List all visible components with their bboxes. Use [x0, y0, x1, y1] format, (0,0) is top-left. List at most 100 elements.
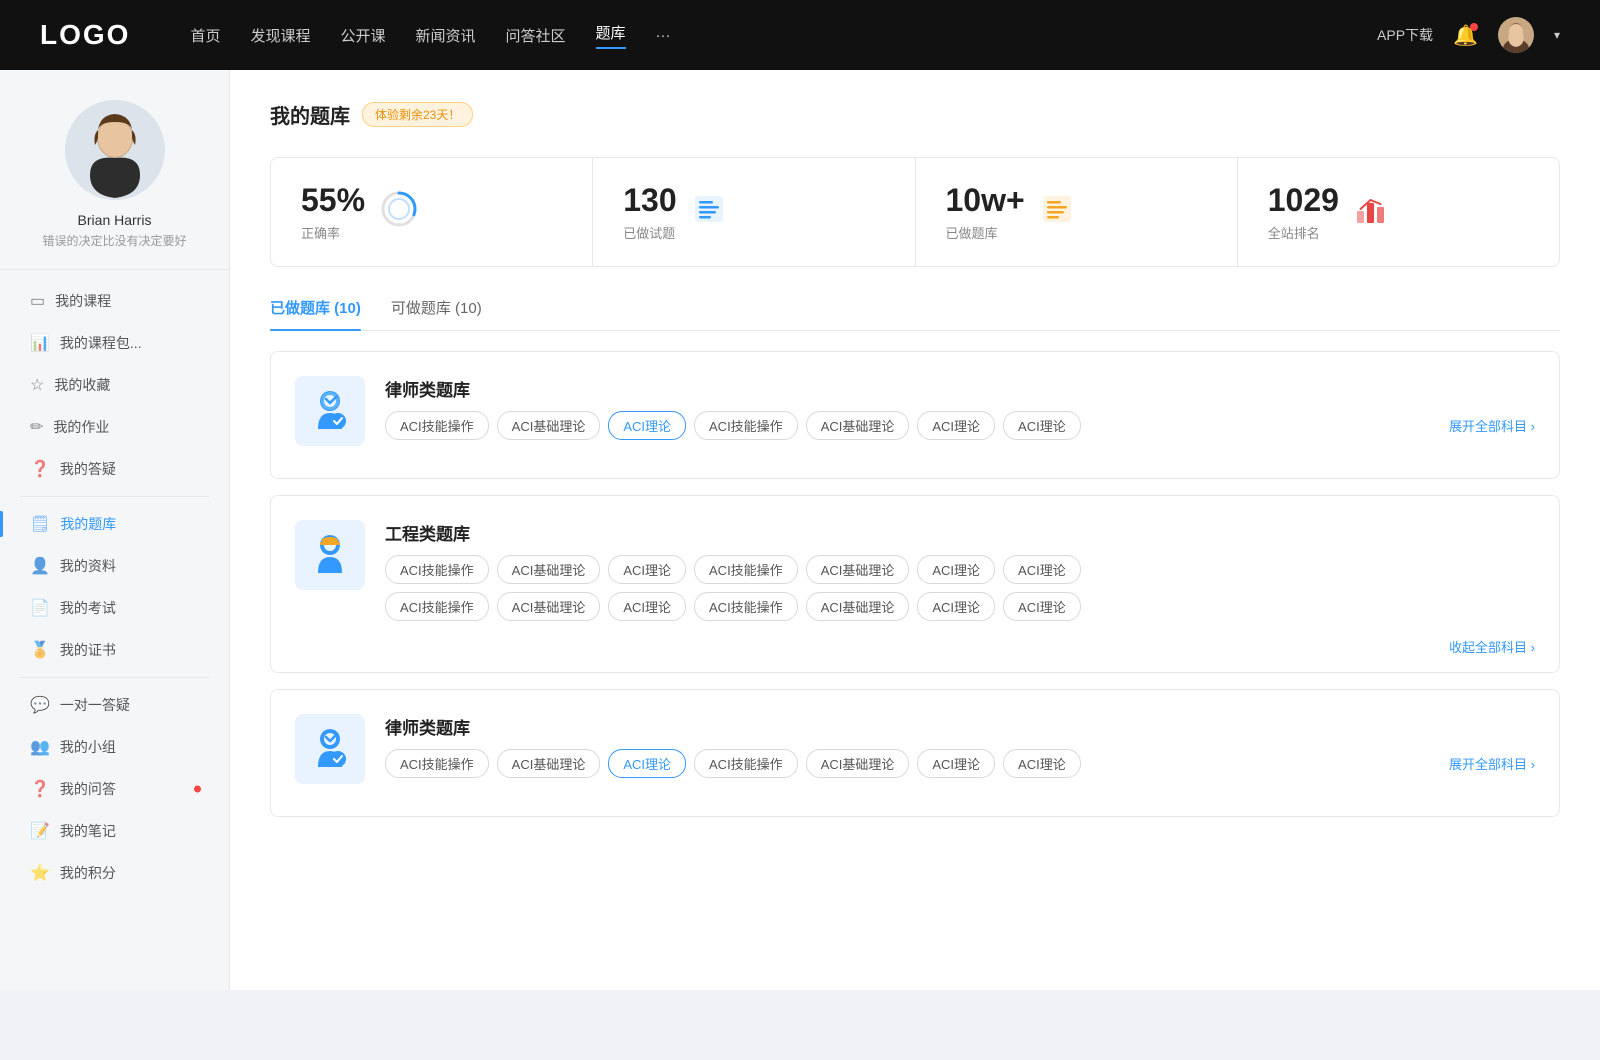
- tag-2b-6[interactable]: ACI理论: [1003, 592, 1081, 621]
- group-icon: 👥: [30, 737, 50, 757]
- profile-avatar: [65, 100, 165, 200]
- collapse-link[interactable]: 收起全部科目 ›: [1449, 637, 1535, 656]
- nav-link-discover[interactable]: 发现课程: [250, 25, 310, 46]
- tag-1-6[interactable]: ACI理论: [1003, 411, 1081, 440]
- sidebar-label-homework: 我的作业: [53, 417, 109, 437]
- tag-3-3[interactable]: ACI技能操作: [694, 749, 798, 778]
- tag-1-2[interactable]: ACI理论: [608, 411, 686, 440]
- sidebar-item-bank[interactable]: 🗒 我的题库: [0, 503, 229, 545]
- sidebar-item-exam[interactable]: 📄 我的考试: [0, 587, 229, 629]
- tag-2-2[interactable]: ACI理论: [608, 555, 686, 584]
- sidebar-item-qa[interactable]: ❓ 我的问答: [0, 768, 229, 810]
- stat-questions-value: 130: [623, 182, 676, 219]
- stat-banks-value: 10w+: [946, 182, 1025, 219]
- sidebar-divider-1: [20, 496, 209, 497]
- tag-1-1[interactable]: ACI基础理论: [497, 411, 601, 440]
- homework-icon: ✏: [30, 417, 43, 437]
- expand-link-1[interactable]: 展开全部科目 ›: [1449, 416, 1535, 435]
- sidebar: Brian Harris 错误的决定比没有决定要好 ▭ 我的课程 📊 我的课程包…: [0, 70, 230, 990]
- tag-2b-2[interactable]: ACI理论: [608, 592, 686, 621]
- bank-section-lawyer-2: 律师类题库 ACI技能操作 ACI基础理论 ACI理论 ACI技能操作 ACI基…: [270, 689, 1560, 817]
- tag-2-4[interactable]: ACI基础理论: [806, 555, 910, 584]
- notification-bell[interactable]: 🔔: [1453, 23, 1478, 48]
- bank-section-lawyer-1: 律师类题库 ACI技能操作 ACI基础理论 ACI理论 ACI技能操作 ACI基…: [270, 351, 1560, 479]
- sidebar-label-answers: 我的答疑: [60, 459, 116, 479]
- nav-link-more[interactable]: ···: [656, 27, 671, 44]
- tag-3-4[interactable]: ACI基础理论: [806, 749, 910, 778]
- tag-2b-4[interactable]: ACI基础理论: [806, 592, 910, 621]
- tag-3-5[interactable]: ACI理论: [917, 749, 995, 778]
- sidebar-item-course[interactable]: ▭ 我的课程: [0, 280, 229, 322]
- tag-2b-5[interactable]: ACI理论: [917, 592, 995, 621]
- tab-available-banks[interactable]: 可做题库 (10): [391, 297, 482, 330]
- expand-link-3[interactable]: 展开全部科目 ›: [1449, 754, 1535, 773]
- notification-dot: [1470, 23, 1478, 31]
- stats-row: 55% 正确率 130 已做试题: [270, 157, 1560, 267]
- sidebar-item-profile[interactable]: 👤 我的资料: [0, 545, 229, 587]
- sidebar-label-group: 我的小组: [60, 737, 116, 757]
- tag-2-0[interactable]: ACI技能操作: [385, 555, 489, 584]
- sidebar-menu: ▭ 我的课程 📊 我的课程包... ☆ 我的收藏 ✏ 我的作业 ❓ 我的答疑 🗒: [0, 280, 229, 894]
- nav-link-qa[interactable]: 问答社区: [506, 25, 566, 46]
- tag-1-4[interactable]: ACI基础理论: [806, 411, 910, 440]
- tag-3-0[interactable]: ACI技能操作: [385, 749, 489, 778]
- main-content: 我的题库 体验剩余23天！ 55% 正确率: [230, 70, 1600, 990]
- stat-ranking-label: 全站排名: [1268, 223, 1339, 242]
- tag-2b-1[interactable]: ACI基础理论: [497, 592, 601, 621]
- tag-1-3[interactable]: ACI技能操作: [694, 411, 798, 440]
- tab-done-banks[interactable]: 已做题库 (10): [270, 297, 361, 330]
- course-icon: ▭: [30, 291, 45, 311]
- nav-link-exam[interactable]: 题库: [596, 22, 626, 49]
- tags-row-3: ACI技能操作 ACI基础理论 ACI理论 ACI技能操作 ACI基础理论 AC…: [385, 749, 1535, 778]
- tabs-row: 已做题库 (10) 可做题库 (10): [270, 297, 1560, 331]
- tag-2-6[interactable]: ACI理论: [1003, 555, 1081, 584]
- sidebar-item-answers[interactable]: ❓ 我的答疑: [0, 448, 229, 490]
- sidebar-item-favorites[interactable]: ☆ 我的收藏: [0, 364, 229, 406]
- exam-icon: 📄: [30, 598, 50, 618]
- answers-icon: ❓: [30, 459, 50, 479]
- user-menu-chevron[interactable]: ▾: [1554, 28, 1560, 42]
- stat-ranking-text: 1029 全站排名: [1268, 182, 1339, 242]
- sidebar-label-points: 我的积分: [60, 863, 116, 883]
- nav-link-news[interactable]: 新闻资讯: [416, 25, 476, 46]
- tutoring-icon: 💬: [30, 695, 50, 715]
- sidebar-item-notes[interactable]: 📝 我的笔记: [0, 810, 229, 852]
- sidebar-label-notes: 我的笔记: [60, 821, 116, 841]
- sidebar-label-qa: 我的问答: [60, 779, 116, 799]
- qa-icon: ❓: [30, 779, 50, 799]
- sidebar-label-cert: 我的证书: [60, 640, 116, 660]
- tags-row-2: ACI技能操作 ACI基础理论 ACI理论 ACI技能操作 ACI基础理论 AC…: [385, 555, 1535, 584]
- tag-2b-3[interactable]: ACI技能操作: [694, 592, 798, 621]
- tag-3-6[interactable]: ACI理论: [1003, 749, 1081, 778]
- sidebar-item-tutoring[interactable]: 💬 一对一答疑: [0, 684, 229, 726]
- stat-ranking-value: 1029: [1268, 182, 1339, 219]
- tag-3-1[interactable]: ACI基础理论: [497, 749, 601, 778]
- nav-link-home[interactable]: 首页: [190, 25, 220, 46]
- sidebar-item-homework[interactable]: ✏ 我的作业: [0, 406, 229, 448]
- sidebar-label-tutoring: 一对一答疑: [60, 695, 130, 715]
- tag-3-2[interactable]: ACI理论: [608, 749, 686, 778]
- profile-icon: 👤: [30, 556, 50, 576]
- sidebar-item-package[interactable]: 📊 我的课程包...: [0, 322, 229, 364]
- tag-2-3[interactable]: ACI技能操作: [694, 555, 798, 584]
- sidebar-item-group[interactable]: 👥 我的小组: [0, 726, 229, 768]
- tag-2-1[interactable]: ACI基础理论: [497, 555, 601, 584]
- tags-row-2b: ACI技能操作 ACI基础理论 ACI理论 ACI技能操作 ACI基础理论 AC…: [385, 592, 1535, 621]
- bank-content-1: 律师类题库 ACI技能操作 ACI基础理论 ACI理论 ACI技能操作 ACI基…: [385, 376, 1535, 440]
- nav-link-public[interactable]: 公开课: [340, 25, 385, 46]
- tag-2b-0[interactable]: ACI技能操作: [385, 592, 489, 621]
- bank-title-2: 工程类题库: [385, 520, 1535, 545]
- tag-2-5[interactable]: ACI理论: [917, 555, 995, 584]
- tag-1-0[interactable]: ACI技能操作: [385, 411, 489, 440]
- sidebar-label-bank: 我的题库: [60, 514, 116, 534]
- bank-title-3: 律师类题库: [385, 714, 1535, 739]
- logo: LOGO: [40, 19, 130, 51]
- sidebar-item-cert[interactable]: 🏅 我的证书: [0, 629, 229, 671]
- tag-1-5[interactable]: ACI理论: [917, 411, 995, 440]
- page-header: 我的题库 体验剩余23天！: [270, 100, 1560, 129]
- sidebar-item-points[interactable]: ⭐ 我的积分: [0, 852, 229, 894]
- user-avatar[interactable]: [1498, 17, 1534, 53]
- app-download-button[interactable]: APP下载: [1377, 25, 1433, 45]
- qa-notification-dot: [194, 786, 201, 793]
- trial-badge: 体验剩余23天！: [362, 102, 473, 127]
